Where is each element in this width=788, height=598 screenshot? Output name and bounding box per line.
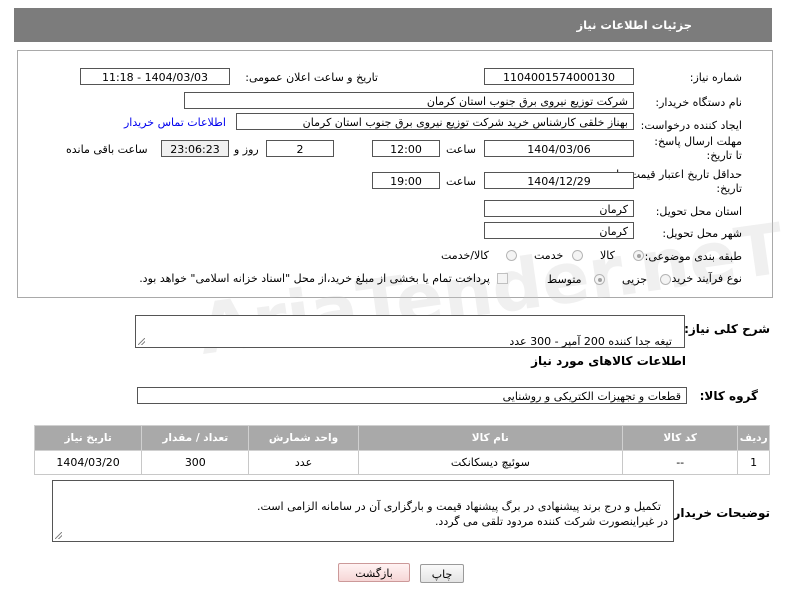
col-row: ردیف	[737, 425, 770, 451]
print-button[interactable]: چاپ	[420, 564, 464, 583]
page-title: جزئیات اطلاعات نیاز	[576, 18, 692, 32]
col-date: تاریخ نیاز	[33, 425, 143, 451]
cell-code: --	[622, 450, 739, 475]
category-label: طبقه بندی موضوعی:	[644, 250, 742, 263]
cell-unit: عدد	[248, 450, 359, 475]
cell-date: 1404/03/20	[33, 450, 143, 475]
summary-label: شرح کلی نیاز:	[684, 322, 770, 336]
deadline-label: مهلت ارسال پاسخ: تا تاریخ:	[654, 135, 742, 162]
goods-section-title: اطلاعات کالاهای مورد نیاز	[531, 354, 686, 368]
page-header: جزئیات اطلاعات نیاز	[14, 8, 772, 42]
summary-text: تیغه جدا کننده 200 آمپر - 300 عدد	[509, 335, 672, 348]
deadline-time-field: 12:00	[372, 140, 440, 157]
validity-date-field: 1404/12/29	[484, 172, 634, 189]
need-number-field: 1104001574000130	[484, 68, 634, 85]
category-goods-radio[interactable]	[633, 250, 644, 261]
city-field: کرمان	[484, 222, 634, 239]
buyer-contact-link[interactable]: اطلاعات تماس خریدار	[124, 116, 226, 129]
buyer-notes-textarea: تکمیل و درج برند پیشنهادی در برگ پیشنهاد…	[52, 480, 674, 542]
resize-grip-icon[interactable]	[138, 338, 145, 345]
days-field: 2	[266, 140, 334, 157]
deadline-date-field: 1404/03/06	[484, 140, 634, 157]
remaining-time-label: ساعت باقی مانده	[66, 143, 148, 156]
cell-qty: 300	[141, 450, 250, 475]
goods-table-header: ردیف کد کالا نام کالا واحد شمارش تعداد /…	[33, 425, 770, 451]
announce-datetime-label: تاریخ و ساعت اعلان عمومی:	[245, 71, 378, 84]
back-button[interactable]: بازگشت	[338, 563, 410, 582]
process-minor-radio[interactable]	[660, 274, 671, 285]
city-label: شهر محل تحویل:	[662, 227, 742, 240]
category-service-radio[interactable]	[572, 250, 583, 261]
summary-textarea: تیغه جدا کننده 200 آمپر - 300 عدد	[135, 315, 685, 348]
process-medium-radio[interactable]	[594, 274, 605, 285]
cell-row: 1	[737, 450, 770, 475]
creator-field: بهناز خلقی کارشناس خرید شرکت توزیع نیروی…	[236, 113, 634, 130]
deadline-time-label: ساعت	[446, 143, 476, 156]
process-minor-label: جزیی	[622, 273, 648, 286]
treasury-payment-note: پرداخت تمام یا بخشی از مبلغ خرید،از محل …	[139, 272, 490, 285]
goods-group-label: گروه کالا:	[699, 389, 758, 403]
buyer-notes-label: توضیحات خریدار:	[668, 506, 770, 520]
buyer-notes-text: تکمیل و درج برند پیشنهادی در برگ پیشنهاد…	[257, 500, 668, 528]
category-both-radio[interactable]	[506, 250, 517, 261]
resize-grip-icon[interactable]	[55, 532, 62, 539]
creator-label: ایجاد کننده درخواست:	[640, 119, 742, 132]
category-service-label: خدمت	[534, 249, 564, 262]
need-number-label: شماره نیاز:	[689, 71, 742, 84]
buyer-org-field: شرکت توزیع نیروی برق جنوب استان کرمان	[184, 92, 634, 109]
cell-name: سوئیچ دیسکانکت	[357, 450, 624, 475]
treasury-payment-checkbox[interactable]	[497, 273, 508, 284]
process-medium-label: متوسط	[547, 273, 582, 286]
validity-time-label: ساعت	[446, 175, 476, 188]
category-both-label: کالا/خدمت	[441, 249, 489, 262]
announce-datetime-field: 1404/03/03 - 11:18	[80, 68, 230, 85]
goods-group-field: قطعات و تجهیزات الکتریکی و روشنایی	[137, 387, 687, 404]
remaining-time-field: 23:06:23	[161, 140, 229, 157]
buyer-org-label: نام دستگاه خریدار:	[655, 96, 742, 109]
table-row: 1 -- سوئیچ دیسکانکت عدد 300 1404/03/20	[33, 450, 770, 475]
validity-time-field: 19:00	[372, 172, 440, 189]
col-qty: تعداد / مقدار	[141, 425, 250, 451]
process-type-label: نوع فرآیند خرید :	[664, 272, 742, 285]
col-unit: واحد شمارش	[248, 425, 359, 451]
col-code: کد کالا	[622, 425, 739, 451]
province-label: استان محل تحویل:	[655, 205, 742, 218]
goods-table: ردیف کد کالا نام کالا واحد شمارش تعداد /…	[33, 425, 770, 475]
category-goods-label: کالا	[600, 249, 615, 262]
province-field: کرمان	[484, 200, 634, 217]
days-label: روز و	[234, 143, 259, 156]
col-name: نام کالا	[357, 425, 624, 451]
